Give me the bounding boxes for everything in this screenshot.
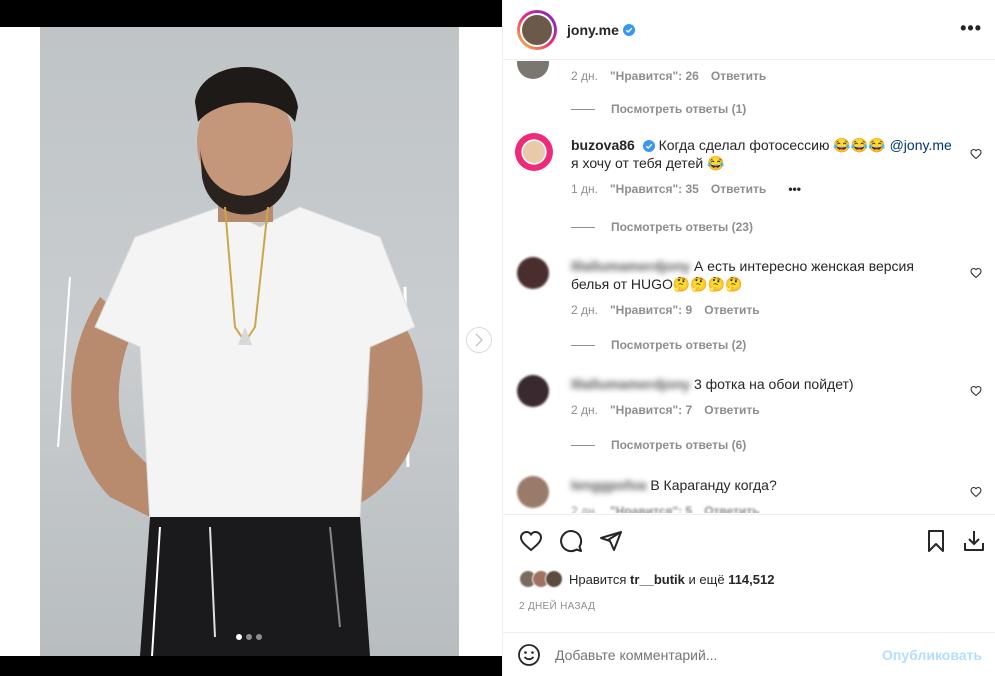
comments-list: 2 дн. "Нравится": 26 Ответить Посмотреть…: [503, 61, 995, 513]
share-send-icon[interactable]: [599, 529, 623, 553]
comment-likes[interactable]: "Нравится": 26: [610, 67, 699, 85]
likes-summary: Нравится tr__butik и ещё 114,512: [519, 570, 774, 588]
comment-username[interactable]: buzova86: [571, 137, 635, 153]
emoji-icon[interactable]: [517, 643, 541, 667]
comment-meta: 2 дн. "Нравится": 5 Ответить: [571, 502, 952, 513]
comment-input[interactable]: [555, 646, 883, 663]
view-replies-button[interactable]: Посмотреть ответы (2): [571, 338, 746, 352]
comment-text-continued: я хочу от тебя детей 😂: [571, 155, 725, 171]
verified-badge-icon: [642, 140, 655, 153]
comment-username[interactable]: lllallumamerdjony: [571, 258, 690, 274]
download-icon[interactable]: [962, 529, 986, 553]
post-actions: [503, 514, 995, 564]
comment-item: buzova86 Когда сделал фотосессию 😂😂😂 @jo…: [515, 133, 982, 198]
commenter-avatar[interactable]: [515, 133, 553, 171]
like-comment-heart-icon[interactable]: [970, 385, 982, 397]
carousel-dot: [246, 634, 252, 640]
man-portrait-illustration: [57, 67, 423, 656]
post-header: jony.me •••: [503, 0, 995, 60]
commenter-avatar[interactable]: [517, 476, 549, 508]
author-avatar[interactable]: [517, 9, 557, 50]
reply-button[interactable]: Ответить: [704, 401, 759, 419]
comment-time: 2 дн.: [571, 69, 598, 83]
comment-username[interactable]: lenggpofoa: [571, 477, 646, 493]
comment-item: lllallumamerdjony А есть интересно женск…: [517, 257, 982, 319]
likes-prefix: Нравится: [569, 571, 627, 587]
comment-time: 2 дн.: [571, 403, 598, 417]
commenter-avatar[interactable]: [517, 257, 549, 289]
comment-time: 1 дн.: [571, 182, 598, 196]
author-username[interactable]: jony.me: [567, 22, 619, 38]
publish-button[interactable]: Опубликовать: [882, 647, 982, 663]
liker-username[interactable]: tr__butik: [630, 572, 685, 587]
likes-count[interactable]: 114,512: [728, 572, 774, 587]
comment-item: lllallumamerdjony 3 фотка на обои пойдет…: [517, 375, 982, 419]
comment-meta: 2 дн. "Нравится": 7 Ответить: [571, 401, 952, 419]
carousel-dot: [256, 634, 262, 640]
reply-button[interactable]: Ответить: [704, 301, 759, 319]
comment-options-button[interactable]: •••: [788, 180, 801, 198]
comment-time: 2 дн.: [571, 303, 598, 317]
comment-likes[interactable]: "Нравится": 9: [610, 301, 692, 319]
post-modal: jony.me ••• 2 дн. "Нравится": 26 Ответит…: [0, 0, 995, 676]
commenter-avatar[interactable]: [517, 61, 549, 79]
like-heart-icon[interactable]: [519, 529, 543, 553]
reply-button[interactable]: Ответить: [711, 67, 766, 85]
chevron-right-icon: [475, 333, 484, 347]
comment-item: 2 дн. "Нравится": 26 Ответить: [517, 61, 982, 85]
commenter-avatar[interactable]: [517, 375, 549, 407]
like-comment-heart-icon[interactable]: [970, 486, 982, 498]
view-replies-button[interactable]: Посмотреть ответы (6): [571, 438, 746, 452]
post-date[interactable]: 2 ДНЕЙ НАЗАД: [519, 601, 595, 612]
comment-text: Когда сделал фотосессию 😂😂😂: [658, 137, 886, 153]
save-bookmark-icon[interactable]: [924, 529, 948, 553]
comment-bar: Опубликовать: [503, 632, 995, 676]
carousel-dots: [236, 634, 262, 640]
comment-text: 3 фотка на обои пойдет): [693, 376, 854, 392]
comment-bubble-icon[interactable]: [559, 529, 583, 553]
like-comment-heart-icon[interactable]: [970, 267, 982, 279]
media-area: [0, 0, 502, 676]
comment-item: lenggpofoa В Караганду когда? 2 дн. "Нра…: [517, 476, 982, 513]
comment-meta: 2 дн. "Нравится": 26 Ответить: [571, 67, 952, 85]
comment-meta: 1 дн. "Нравится": 35 Ответить •••: [571, 180, 952, 198]
more-options-button[interactable]: •••: [960, 18, 982, 39]
comment-likes[interactable]: "Нравится": 5: [610, 502, 692, 513]
post-panel: jony.me ••• 2 дн. "Нравится": 26 Ответит…: [502, 0, 995, 676]
comment-time: 2 дн.: [571, 504, 598, 513]
comment-username[interactable]: lllallumamerdjony: [571, 376, 690, 392]
reply-button[interactable]: Ответить: [711, 180, 766, 198]
carousel-dot-active: [236, 634, 242, 640]
comment-meta: 2 дн. "Нравится": 9 Ответить: [571, 301, 952, 319]
comment-likes[interactable]: "Нравится": 35: [610, 180, 699, 198]
view-replies-button[interactable]: Посмотреть ответы (1): [571, 102, 746, 116]
like-comment-heart-icon[interactable]: [970, 148, 982, 160]
comment-text: В Караганду когда?: [650, 477, 777, 493]
verified-badge-icon: [622, 23, 635, 36]
comment-mention[interactable]: @jony.me: [890, 137, 952, 153]
view-replies-button[interactable]: Посмотреть ответы (23): [571, 220, 753, 234]
liker-avatars: [519, 570, 563, 588]
post-photo[interactable]: [40, 27, 459, 656]
likes-middle: и ещё: [688, 571, 725, 587]
next-photo-button[interactable]: [466, 327, 492, 353]
media-frame: [0, 27, 502, 656]
comment-likes[interactable]: "Нравится": 7: [610, 401, 692, 419]
reply-button[interactable]: Ответить: [704, 502, 759, 513]
